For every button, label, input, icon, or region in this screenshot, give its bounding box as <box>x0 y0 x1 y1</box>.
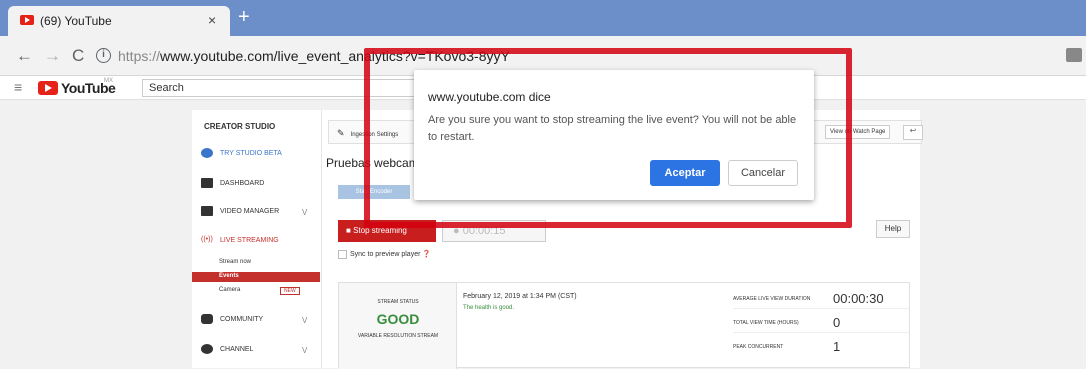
sync-checkbox[interactable] <box>338 250 347 259</box>
metric-label: AVERAGE LIVE VIEW DURATION <box>733 296 811 302</box>
sidebar-item-label: LIVE STREAMING <box>220 237 279 244</box>
metric-total-view-time: TOTAL VIEW TIME (HOURS) 0 <box>733 313 909 333</box>
sidebar-subitem-events[interactable]: Events <box>192 272 320 282</box>
chevron-down-icon[interactable]: v <box>302 316 307 325</box>
sidebar-title: CREATOR STUDIO <box>204 122 276 131</box>
metric-value: 00:00:30 <box>833 291 884 306</box>
tab-title: (69) YouTube <box>40 14 112 28</box>
menu-icon[interactable]: ≡ <box>14 79 22 95</box>
sync-label: Sync to preview player ❓ <box>350 250 431 258</box>
sidebar-subitem-stream-now[interactable]: Stream now <box>219 259 251 265</box>
stream-status-box: STREAM STATUS GOOD VARIABLE RESOLUTION S… <box>339 283 457 369</box>
channel-icon <box>201 344 213 354</box>
region-code: MX <box>104 78 113 84</box>
info-icon[interactable]: i <box>96 48 111 63</box>
youtube-logo-icon[interactable] <box>38 81 58 95</box>
community-icon <box>201 314 213 324</box>
tab-close-icon[interactable]: × <box>208 12 216 28</box>
youtube-favicon-icon <box>20 15 34 25</box>
stream-health-panel: STREAM STATUS GOOD VARIABLE RESOLUTION S… <box>338 282 910 369</box>
event-date: February 12, 2019 at 1:34 PM (CST) <box>463 293 577 300</box>
sidebar-item-label: COMMUNITY <box>220 316 264 323</box>
new-tab-button[interactable]: + <box>238 7 250 27</box>
sidebar-item-label: DASHBOARD <box>220 180 265 187</box>
metric-label: PEAK CONCURRENT <box>733 344 784 350</box>
sidebar-item-label: VIDEO MANAGER <box>220 208 280 215</box>
pencil-icon: ✎ <box>337 128 345 138</box>
highlight-annotation-box <box>364 48 852 228</box>
chevron-down-icon[interactable]: v <box>302 208 307 217</box>
new-badge: NEW <box>280 287 300 295</box>
metric-value: 0 <box>833 315 841 330</box>
metric-value: 1 <box>833 339 841 354</box>
metric-peak-concurrent: PEAK CONCURRENT 1 <box>733 337 909 357</box>
metric-avg-view-duration: AVERAGE LIVE VIEW DURATION 00:00:30 <box>733 289 909 309</box>
sidebar-item-label: CHANNEL <box>220 346 254 353</box>
sidebar-subitem-camera[interactable]: Camera <box>219 287 240 293</box>
chevron-down-icon[interactable]: v <box>302 346 307 355</box>
events-label: Events <box>219 273 239 279</box>
sidebar-item-label: TRY STUDIO BETA <box>220 150 282 157</box>
help-button[interactable]: Help <box>876 220 910 238</box>
forward-arrow-icon[interactable]: → <box>44 47 61 64</box>
stream-status-sub: VARIABLE RESOLUTION STREAM <box>357 333 439 339</box>
translate-icon[interactable] <box>1066 48 1082 62</box>
stream-status-value: GOOD <box>376 311 420 327</box>
back-share-icon[interactable]: ↩ <box>903 125 923 140</box>
gear-icon <box>201 148 213 158</box>
health-message: The health is good. <box>463 305 515 311</box>
url-scheme: https:// <box>118 48 161 64</box>
browser-tab[interactable]: (69) YouTube × <box>8 6 230 36</box>
help-circle-icon[interactable]: ❓ <box>422 251 431 258</box>
sync-text: Sync to preview player <box>350 251 421 258</box>
stream-status-label: STREAM STATUS <box>377 299 419 305</box>
live-signal-icon: ((•)) <box>201 236 213 243</box>
creator-studio-sidebar: CREATOR STUDIO TRY STUDIO BETA DASHBOARD… <box>192 110 322 368</box>
dashboard-icon <box>201 178 213 188</box>
back-arrow-icon[interactable]: ← <box>16 47 33 64</box>
metric-label: TOTAL VIEW TIME (HOURS) <box>733 320 799 326</box>
video-manager-icon <box>201 206 213 216</box>
reload-icon[interactable]: C <box>72 47 84 64</box>
browser-tab-bar: (69) YouTube × + <box>0 0 1086 36</box>
